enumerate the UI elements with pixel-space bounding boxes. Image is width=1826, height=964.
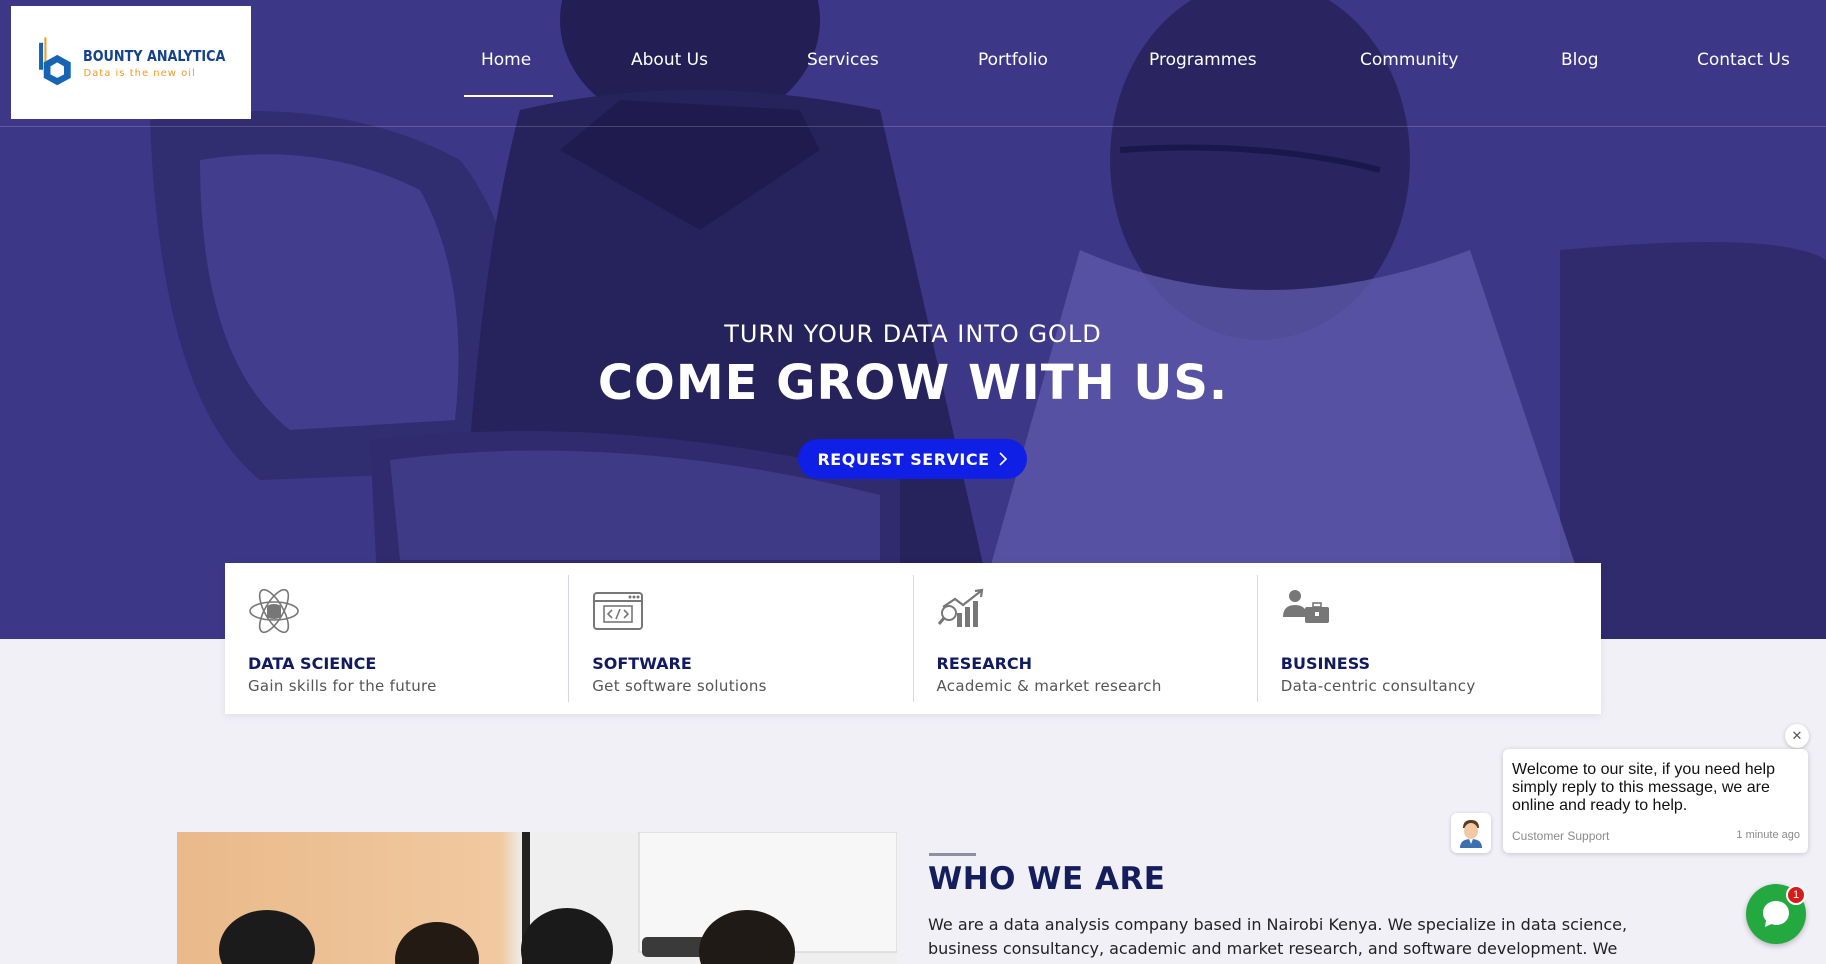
chat-timestamp: 1 minute ago: [1736, 829, 1800, 841]
support-agent-icon: [1460, 820, 1482, 848]
brand-name: BOUNTY ANALYTICA: [83, 46, 226, 65]
chat-message: Welcome to our site, if you need help si…: [1512, 761, 1775, 814]
nav-about-us[interactable]: About Us: [631, 50, 708, 70]
feature-title: DATA SCIENCE: [248, 654, 377, 673]
nav-programmes[interactable]: Programmes: [1149, 50, 1257, 70]
nav-blog[interactable]: Blog: [1561, 50, 1599, 70]
main-navbar: BOUNTY ANALYTICA Data is the new oil Hom…: [0, 0, 1826, 127]
feature-data-science[interactable]: DATA SCIENCE Gain skills for the future: [225, 575, 568, 702]
support-avatar: [1451, 813, 1491, 853]
feature-title: RESEARCH: [936, 654, 1033, 673]
team-photo-illustration: [219, 832, 897, 964]
business-person-icon: [1282, 590, 1329, 623]
about-photo: [177, 832, 897, 964]
research-chart-icon: [937, 588, 983, 627]
feature-software[interactable]: SOFTWARE Get software solutions: [568, 575, 912, 702]
brand-tagline: Data is the new oil: [83, 67, 196, 79]
nav-community[interactable]: Community: [1360, 50, 1458, 70]
code-window-icon: [593, 592, 644, 630]
about-text: We are a data analysis company based in …: [928, 915, 1628, 958]
chat-bubble-icon: [1763, 901, 1789, 927]
brand-logo[interactable]: BOUNTY ANALYTICA Data is the new oil: [11, 6, 251, 119]
feature-title: SOFTWARE: [592, 654, 692, 673]
feature-research[interactable]: RESEARCH Academic & market research: [912, 575, 1257, 702]
feature-title: BUSINESS: [1280, 654, 1371, 673]
feature-subtitle: Academic & market research: [936, 677, 1162, 695]
chat-unread-badge: 1: [1786, 885, 1806, 905]
chevron-right-icon: [998, 452, 1007, 466]
bounty-logo-icon: [39, 36, 71, 85]
nav-active-indicator: [464, 95, 553, 97]
hero-subtitle: TURN YOUR DATA INTO GOLD: [724, 320, 1102, 348]
chat-close-button[interactable]: ✕: [1785, 724, 1809, 748]
about-title: WHO WE ARE: [928, 861, 1166, 897]
request-service-button[interactable]: REQUEST SERVICE: [798, 439, 1027, 479]
chat-sender: Customer Support: [1512, 829, 1610, 843]
chat-welcome-bubble[interactable]: Welcome to our site, if you need help si…: [1503, 749, 1808, 853]
about-divider: [929, 853, 976, 856]
hero-section: BOUNTY ANALYTICA Data is the new oil Hom…: [0, 0, 1826, 639]
nav-portfolio[interactable]: Portfolio: [978, 50, 1048, 70]
feature-subtitle: Data-centric consultancy: [1280, 677, 1476, 695]
nav-services[interactable]: Services: [807, 50, 879, 70]
atom-data-icon: [249, 588, 299, 634]
request-service-label: REQUEST SERVICE: [817, 449, 990, 469]
hero-title: COME GROW WITH US.: [597, 355, 1229, 411]
nav-contact-us[interactable]: Contact Us: [1697, 50, 1790, 70]
feature-business[interactable]: BUSINESS Data-centric consultancy: [1256, 575, 1601, 702]
feature-subtitle: Gain skills for the future: [248, 677, 437, 695]
nav-home[interactable]: Home: [481, 50, 531, 70]
feature-cards: DATA SCIENCE Gain skills for the future …: [225, 563, 1601, 714]
feature-subtitle: Get software solutions: [592, 677, 767, 695]
